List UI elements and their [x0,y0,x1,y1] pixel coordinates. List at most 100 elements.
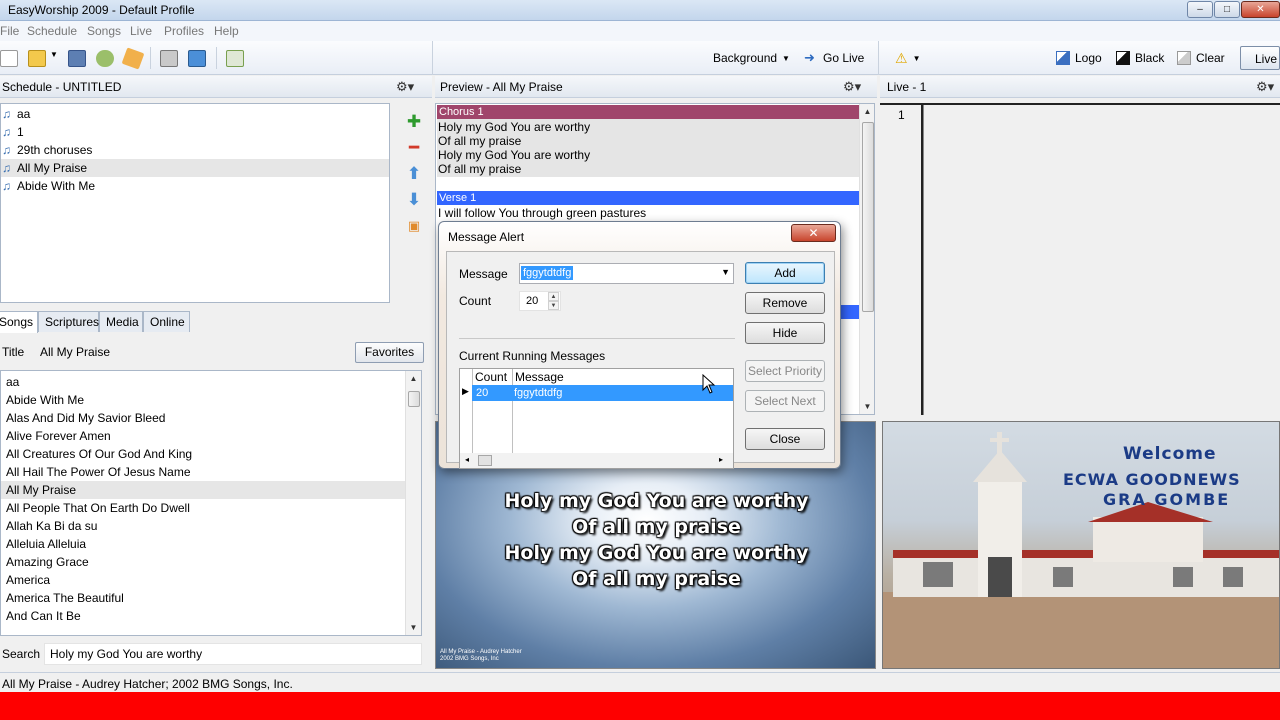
scroll-thumb[interactable] [408,391,420,407]
list-item-selected[interactable]: All My Praise [1,481,405,499]
running-messages-grid[interactable]: Count Message ▶ 20 fggytdtdfg ◂ ▸ [459,368,734,469]
scroll-thumb[interactable] [862,122,874,312]
list-item[interactable]: America The Beautiful [1,589,405,607]
clear-button[interactable]: Clear [1177,49,1225,67]
add-item-icon[interactable] [96,50,114,67]
tab-scriptures[interactable]: Scriptures [38,311,99,332]
scroll-down-arrow-icon[interactable]: ▼ [860,402,874,411]
menu-songs[interactable]: Songs [87,24,121,38]
gear-icon[interactable]: ⚙▾ [396,79,414,95]
search-input[interactable] [44,643,422,665]
scroll-left-arrow-icon[interactable]: ◂ [465,455,469,464]
schedule-item-selected[interactable]: ♫ All My Praise [1,159,389,177]
go-live-button[interactable]: ➜ Go Live [804,49,864,67]
list-item[interactable]: All Hail The Power Of Jesus Name [1,463,405,481]
section-verse-1[interactable]: Verse 1 [437,191,859,205]
list-item[interactable]: aa [1,373,405,391]
menu-help[interactable]: Help [214,24,239,38]
favorites-button[interactable]: Favorites [355,342,424,363]
grid-header-message[interactable]: Message [513,369,733,385]
stepper-up-icon[interactable]: ▲ [548,292,559,301]
maximize-button[interactable]: □ [1214,1,1240,18]
live-slide-panel [923,105,1280,415]
list-item[interactable]: Alive Forever Amen [1,427,405,445]
toolbar: ▼ Background ▼ ➜ Go Live ⚠ ▼ Logo Black Cl… [0,41,1280,75]
add-media-icon[interactable] [226,50,244,67]
logo-button[interactable]: Logo [1056,49,1102,67]
schedule-item[interactable]: ♫ 1 [1,123,389,141]
list-item[interactable]: And Can It Be [1,607,405,625]
title-input[interactable] [36,342,351,362]
menu-file[interactable]: File [0,24,19,38]
tab-media[interactable]: Media [99,311,143,332]
schedule-options-icon[interactable]: ▣ [405,217,423,235]
print-icon[interactable] [160,50,178,67]
new-icon[interactable] [0,50,18,67]
list-item[interactable]: All People That On Earth Do Dwell [1,499,405,517]
clear-icon [1177,51,1191,65]
dialog-close-icon[interactable]: ✕ [791,224,836,242]
list-item[interactable]: Abide With Me [1,391,405,409]
edit-pencil-icon[interactable] [121,47,145,70]
menu-live[interactable]: Live [130,24,152,38]
count-stepper[interactable]: 20 ▲ ▼ [519,291,561,311]
move-down-icon[interactable]: ⬇ [405,191,423,209]
scroll-up-arrow-icon[interactable]: ▲ [860,107,874,116]
tab-songs[interactable]: Songs [0,311,38,333]
tab-online[interactable]: Online [143,311,190,332]
section-chorus-1[interactable]: Chorus 1 [437,105,859,119]
list-item[interactable]: Allah Ka Bi da su [1,517,405,535]
black-button[interactable]: Black [1116,49,1164,67]
list-item[interactable]: America [1,571,405,589]
remove-icon[interactable]: ━ [405,139,423,157]
chevron-down-icon[interactable]: ▼ [50,50,60,67]
table-row[interactable]: 20 fggytdtdfg [472,385,733,401]
chevron-down-icon[interactable]: ▼ [721,267,730,277]
scroll-thumb[interactable] [478,455,492,466]
save-icon[interactable] [68,50,86,67]
projected-line: Holy my God You are worthy [504,490,809,512]
slide-number[interactable]: 1 [898,108,905,122]
select-next-button[interactable]: Select Next [745,390,825,412]
list-item[interactable]: Alas And Did My Savior Bleed [1,409,405,427]
background-dropdown[interactable]: Background ▼ [713,49,790,67]
menu-profiles[interactable]: Profiles [164,24,204,38]
minimize-button[interactable]: – [1187,1,1213,18]
schedule-title: Schedule - UNTITLED [2,80,122,94]
live-toggle-button[interactable]: Live [1240,46,1280,70]
scroll-down-arrow-icon[interactable]: ▼ [406,623,421,632]
menu-schedule[interactable]: Schedule [27,24,77,38]
add-icon[interactable]: ✚ [405,113,423,131]
monitor-icon[interactable] [188,50,206,67]
close-button[interactable]: Close [745,428,825,450]
stepper-down-icon[interactable]: ▼ [548,301,559,310]
schedule-item[interactable]: ♫ aa [1,105,389,123]
songs-scrollbar[interactable]: ▲ ▼ [405,371,421,635]
schedule-item[interactable]: ♫ Abide With Me [1,177,389,195]
preview-scrollbar[interactable]: ▲ ▼ [859,104,874,414]
gear-icon[interactable]: ⚙▾ [843,79,861,95]
window-title: EasyWorship 2009 - Default Profile [8,3,195,17]
move-up-icon[interactable]: ⬆ [405,165,423,183]
grid-horizontal-scrollbar[interactable]: ◂ ▸ [460,453,733,468]
close-window-button[interactable]: ✕ [1241,1,1280,18]
add-button[interactable]: Add [745,262,825,284]
list-item[interactable]: Amazing Grace [1,553,405,571]
grid-header-count[interactable]: Count [473,369,513,385]
gear-icon[interactable]: ⚙▾ [1256,79,1274,95]
church-image [883,432,1279,668]
remove-button[interactable]: Remove [745,292,825,314]
select-priority-button[interactable]: Select Priority [745,360,825,382]
scroll-right-arrow-icon[interactable]: ▸ [719,455,723,464]
message-combobox[interactable]: fggytdtdfg ▼ [519,263,734,284]
alert-dropdown[interactable]: ⚠ ▼ [895,49,920,67]
lyric-line: Holy my God You are worthy [438,148,591,162]
count-value: 20 [526,295,539,307]
welcome-text: Welcome [1123,444,1217,464]
schedule-item[interactable]: ♫ 29th choruses [1,141,389,159]
list-item[interactable]: All Creatures Of Our God And King [1,445,405,463]
scroll-up-arrow-icon[interactable]: ▲ [406,374,421,383]
hide-button[interactable]: Hide [745,322,825,344]
list-item[interactable]: Alleluia Alleluia [1,535,405,553]
open-folder-icon[interactable] [28,50,46,67]
